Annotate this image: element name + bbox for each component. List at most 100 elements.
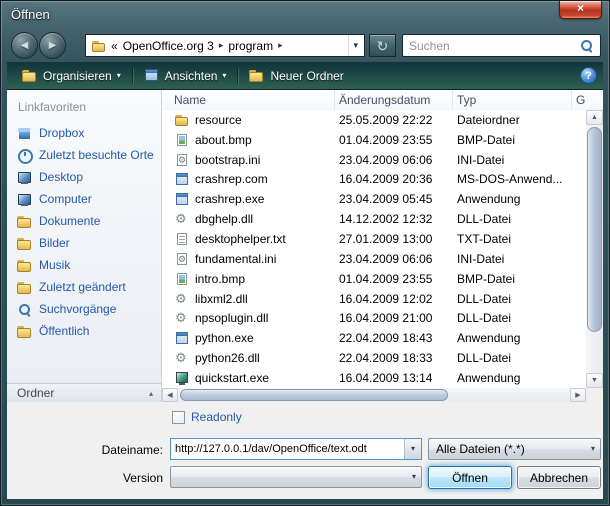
file-type: DLL-Datei	[453, 292, 572, 306]
forward-arrow-icon: ▶	[49, 40, 57, 51]
column-headers: Name Änderungsdatum Typ G	[162, 90, 603, 110]
vertical-scroll-thumb[interactable]	[587, 127, 602, 332]
sidebar-item-musik[interactable]: Musik	[7, 254, 161, 276]
scroll-up-icon[interactable]: ▲	[586, 110, 603, 125]
sidebar-item-suchvorgänge[interactable]: Suchvorgänge	[7, 298, 161, 320]
filetype-value: Alle Dateien (*.*)	[429, 442, 586, 456]
file-type: BMP-Datei	[453, 133, 572, 147]
breadcrumb-separator-icon[interactable]: ▸	[278, 40, 283, 51]
horizontal-scroll-thumb[interactable]	[180, 389, 448, 401]
scroll-down-icon[interactable]: ▼	[586, 373, 603, 388]
sidebar-item-dropbox[interactable]: Dropbox	[7, 122, 161, 144]
breadcrumb[interactable]: « OpenOffice.org 3 ▸ program ▸ ▾	[85, 34, 365, 57]
sidebar-item-desktop[interactable]: Desktop	[7, 166, 161, 188]
search-icon[interactable]	[580, 39, 594, 53]
organize-button[interactable]: Organisieren ▾	[13, 64, 130, 88]
file-row[interactable]: python.exe22.04.2009 18:43Anwendung	[162, 328, 586, 348]
readonly-label[interactable]: Readonly	[191, 410, 242, 424]
version-combobox[interactable]: ▾	[170, 466, 422, 488]
file-row[interactable]: crashrep.exe23.04.2009 05:45Anwendung	[162, 189, 586, 209]
dll-file-icon	[175, 351, 189, 365]
views-icon	[144, 68, 159, 83]
file-row[interactable]: dbghelp.dll14.12.2002 12:32DLL-Datei	[162, 209, 586, 229]
file-row[interactable]: libxml2.dll16.04.2009 12:02DLL-Datei	[162, 289, 586, 309]
file-name-cell: libxml2.dll	[162, 292, 335, 306]
filename-value[interactable]: http://127.0.0.1/dav/OpenOffice/text.odt	[171, 439, 404, 459]
cancel-button[interactable]: Abbrechen	[517, 466, 601, 489]
favorites-header: Linkfavoriten	[7, 90, 161, 122]
back-arrow-icon: ◀	[21, 40, 29, 51]
file-row[interactable]: about.bmp01.04.2009 23:55BMP-Datei	[162, 130, 586, 150]
views-button[interactable]: Ansichten ▾	[135, 64, 236, 88]
file-name-cell: python.exe	[162, 331, 335, 345]
recent-changed-icon	[17, 280, 32, 295]
file-row[interactable]: fundamental.ini23.04.2009 06:06INI-Datei	[162, 249, 586, 269]
filename-combobox[interactable]: http://127.0.0.1/dav/OpenOffice/text.odt…	[170, 438, 422, 460]
vertical-scrollbar[interactable]: ▲ ▼	[586, 110, 603, 388]
breadcrumb-item-program[interactable]: program	[228, 39, 273, 53]
file-row[interactable]: python26.dll22.04.2009 18:33DLL-Datei	[162, 348, 586, 368]
forward-button[interactable]: ▶	[39, 32, 66, 59]
column-header-name[interactable]: Name	[162, 90, 335, 110]
help-button[interactable]: ?	[580, 67, 597, 84]
file-row[interactable]: bootstrap.ini23.04.2009 06:06INI-Datei	[162, 150, 586, 170]
file-name: dbghelp.dll	[195, 212, 253, 226]
file-type: INI-Datei	[453, 252, 572, 266]
image-file-icon	[175, 272, 189, 286]
back-button[interactable]: ◀	[11, 32, 38, 59]
file-row[interactable]: resource25.05.2009 22:22Dateiordner	[162, 110, 586, 130]
filename-dropdown-button[interactable]: ▾	[404, 439, 421, 459]
file-row[interactable]: npsoplugin.dll16.04.2009 21:00DLL-Datei	[162, 308, 586, 328]
breadcrumb-item-openoffice[interactable]: OpenOffice.org 3	[123, 39, 214, 53]
breadcrumb-dropdown-icon[interactable]: ▾	[348, 35, 362, 56]
file-row[interactable]: intro.bmp01.04.2009 23:55BMP-Datei	[162, 269, 586, 289]
file-date: 01.04.2009 23:55	[335, 133, 453, 147]
file-type: DLL-Datei	[453, 212, 572, 226]
file-row[interactable]: desktophelper.txt27.01.2009 13:00TXT-Dat…	[162, 229, 586, 249]
sidebar-item-öffentlich[interactable]: Öffentlich	[7, 320, 161, 342]
chevron-down-icon: ▾	[407, 473, 421, 481]
sidebar-item-zuletzt-besuchte-orte[interactable]: Zuletzt besuchte Orte	[7, 144, 161, 166]
desktop-icon	[17, 170, 32, 185]
sidebar-item-dokumente[interactable]: Dokumente	[7, 210, 161, 232]
horizontal-scrollbar[interactable]: ◀ ▶	[162, 388, 586, 402]
breadcrumb-overflow-icon[interactable]: «	[111, 39, 118, 53]
file-type: INI-Datei	[453, 153, 572, 167]
file-row[interactable]: crashrep.com16.04.2009 20:36MS-DOS-Anwen…	[162, 170, 586, 190]
sidebar-item-computer[interactable]: Computer	[7, 188, 161, 210]
filetype-combobox[interactable]: Alle Dateien (*.*) ▾	[428, 438, 601, 460]
organize-icon	[22, 68, 37, 83]
new-folder-icon	[249, 68, 264, 83]
file-name-cell: desktophelper.txt	[162, 232, 335, 246]
views-label: Ansichten	[165, 69, 218, 83]
file-date: 16.04.2009 20:36	[335, 172, 453, 186]
folders-band[interactable]: Ordner ▴	[7, 383, 161, 402]
new-folder-button[interactable]: Neuer Ordner	[240, 64, 352, 88]
file-date: 23.04.2009 06:06	[335, 153, 453, 167]
computer-icon	[17, 192, 32, 207]
sidebar-item-zuletzt-geändert[interactable]: Zuletzt geändert	[7, 276, 161, 298]
file-name-cell: crashrep.exe	[162, 192, 335, 206]
sidebar-item-label: Zuletzt besuchte Orte	[39, 148, 154, 162]
file-name: python.exe	[195, 331, 254, 345]
scroll-right-icon[interactable]: ▶	[570, 388, 586, 402]
file-name: python26.dll	[195, 351, 260, 365]
refresh-button[interactable]: ↻	[369, 34, 396, 57]
open-button[interactable]: Öffnen	[428, 466, 512, 489]
breadcrumb-separator-icon[interactable]: ▸	[219, 40, 224, 51]
close-button[interactable]: ×	[559, 1, 602, 19]
search-input[interactable]: Suchen	[402, 34, 601, 57]
app-file-icon	[175, 331, 189, 345]
scroll-left-icon[interactable]: ◀	[162, 388, 178, 402]
file-date: 23.04.2009 05:45	[335, 192, 453, 206]
file-type: DLL-Datei	[453, 311, 572, 325]
column-header-date[interactable]: Änderungsdatum	[335, 90, 453, 110]
column-header-size[interactable]: G	[572, 90, 603, 110]
file-row[interactable]: quickstart.exe16.04.2009 13:14Anwendung	[162, 368, 586, 388]
readonly-checkbox[interactable]	[172, 411, 185, 424]
sidebar-list: Dropbox Zuletzt besuchte Orte DesktopCompu…	[7, 122, 161, 342]
sidebar-item-bilder[interactable]: Bilder	[7, 232, 161, 254]
file-date: 27.01.2009 13:00	[335, 232, 453, 246]
open-dialog-window: Öffnen × ◀ ▶ « OpenOffice.org 3 ▸ progra…	[0, 0, 610, 506]
column-header-type[interactable]: Typ	[453, 90, 572, 110]
